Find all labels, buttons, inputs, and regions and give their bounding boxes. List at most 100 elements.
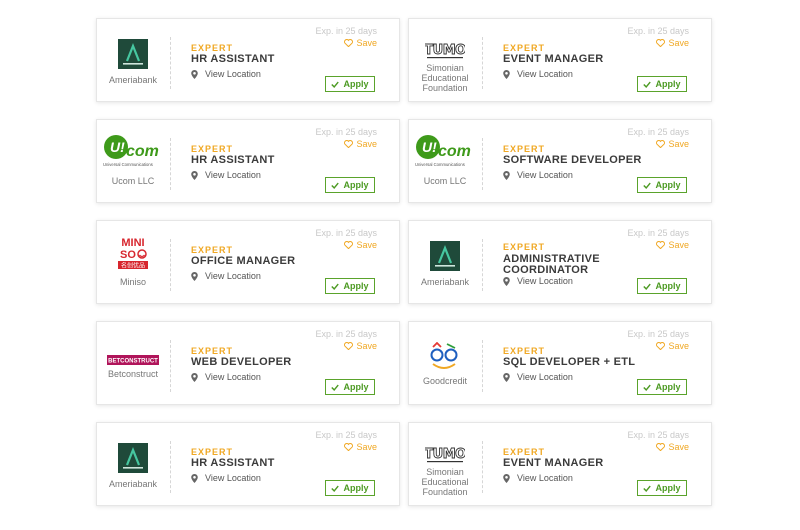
goodcredit-logo[interactable]	[427, 341, 463, 377]
save-button[interactable]: Save	[656, 442, 689, 452]
company-name[interactable]: Ucom LLC	[409, 176, 481, 186]
svg-text:Universal Communications: Universal Communications	[103, 162, 153, 167]
ameriabank-logo[interactable]	[118, 443, 148, 478]
company-name[interactable]: Ameriabank	[97, 479, 169, 489]
company-name[interactable]: Ameriabank	[97, 75, 169, 85]
save-button[interactable]: Save	[344, 341, 377, 351]
company-name[interactable]: Ucom LLC	[97, 176, 169, 186]
job-card[interactable]: TUMO Simonian Educational Foundation EXPERT E…	[408, 18, 712, 102]
job-level: EXPERT	[191, 447, 234, 457]
card-divider	[170, 37, 171, 89]
card-divider	[170, 138, 171, 190]
job-title[interactable]: HR ASSISTANT	[191, 54, 275, 65]
ucom-logo[interactable]: U! com Universal Communications	[102, 134, 164, 173]
apply-button[interactable]: Apply	[637, 278, 687, 294]
view-location-link[interactable]: View Location	[191, 271, 261, 281]
view-location-link[interactable]: View Location	[503, 473, 573, 483]
view-location-link[interactable]: View Location	[503, 276, 573, 286]
apply-label: Apply	[655, 281, 681, 291]
check-icon	[331, 485, 340, 492]
job-title[interactable]: OFFICE MANAGER	[191, 256, 295, 267]
apply-button[interactable]: Apply	[325, 177, 375, 193]
view-location-link[interactable]: View Location	[191, 69, 261, 79]
apply-button[interactable]: Apply	[325, 480, 375, 496]
save-label: Save	[668, 139, 689, 149]
save-button[interactable]: Save	[656, 240, 689, 250]
apply-button[interactable]: Apply	[325, 379, 375, 395]
job-card[interactable]: U! com Universal Communications Ucom LLC EXP…	[96, 119, 400, 203]
job-level: EXPERT	[503, 43, 546, 53]
apply-button[interactable]: Apply	[325, 278, 375, 294]
miniso-logo[interactable]: MINI SO 名创优品	[116, 234, 150, 275]
job-level: EXPERT	[503, 346, 546, 356]
save-button[interactable]: Save	[344, 38, 377, 48]
heart-icon	[656, 39, 666, 47]
card-divider	[482, 37, 483, 89]
job-card[interactable]: U! com Universal Communications Ucom LLC EXP…	[408, 119, 712, 203]
company-name[interactable]: Goodcredit	[409, 376, 481, 386]
job-title[interactable]: HR ASSISTANT	[191, 155, 275, 166]
job-title[interactable]: ADMINISTRATIVE COORDINATOR	[503, 254, 600, 276]
svg-text:TUMO: TUMO	[425, 447, 465, 462]
job-card[interactable]: TUMO Simonian Educational Foundation EXPERT E…	[408, 422, 712, 506]
job-card[interactable]: MINI SO 名创优品 Miniso EXPERT OFFICE MANAGER View…	[96, 220, 400, 304]
apply-label: Apply	[655, 382, 681, 392]
job-card[interactable]: Ameriabank EXPERT ADMINISTRATIVE COORDINATO…	[408, 220, 712, 304]
apply-button[interactable]: Apply	[637, 177, 687, 193]
check-icon	[643, 283, 652, 290]
company-name[interactable]: Simonian Educational Foundation	[409, 467, 481, 497]
heart-icon	[656, 443, 666, 451]
job-card[interactable]: BETCONSTRUCT Betconstruct EXPERT WEB DEVELO…	[96, 321, 400, 405]
view-location-link[interactable]: View Location	[503, 69, 573, 79]
svg-text:Universal Communications: Universal Communications	[415, 162, 465, 167]
save-label: Save	[356, 240, 377, 250]
location-pin-icon	[191, 170, 198, 180]
job-title[interactable]: SOFTWARE DEVELOPER	[503, 155, 642, 166]
svg-text:名创优品: 名创优品	[121, 262, 145, 270]
ameriabank-logo[interactable]	[118, 39, 148, 74]
company-logo-zone: TUMO Simonian Educational Foundation	[409, 423, 481, 507]
company-name[interactable]: Miniso	[97, 277, 169, 287]
job-title[interactable]: WEB DEVELOPER	[191, 357, 291, 368]
company-name[interactable]: Simonian Educational Foundation	[409, 63, 481, 93]
check-icon	[331, 283, 340, 290]
company-name[interactable]: Betconstruct	[97, 369, 169, 379]
job-title[interactable]: SQL DEVELOPER + ETL	[503, 357, 635, 368]
apply-button[interactable]: Apply	[637, 480, 687, 496]
card-divider	[482, 239, 483, 291]
ameriabank-logo[interactable]	[430, 241, 460, 276]
company-name[interactable]: Ameriabank	[409, 277, 481, 287]
betconstruct-logo[interactable]: BETCONSTRUCT	[107, 352, 159, 370]
save-button[interactable]: Save	[344, 139, 377, 149]
svg-text:TUMO: TUMO	[425, 43, 465, 58]
location-pin-icon	[191, 69, 198, 79]
job-title[interactable]: HR ASSISTANT	[191, 458, 275, 469]
ucom-logo[interactable]: U! com Universal Communications	[414, 134, 476, 173]
apply-button[interactable]: Apply	[637, 76, 687, 92]
save-button[interactable]: Save	[656, 341, 689, 351]
job-card[interactable]: Ameriabank EXPERT HR ASSISTANT View Locatio…	[96, 422, 400, 506]
save-button[interactable]: Save	[344, 442, 377, 452]
job-card[interactable]: Ameriabank EXPERT HR ASSISTANT View Locatio…	[96, 18, 400, 102]
job-title[interactable]: EVENT MANAGER	[503, 458, 603, 469]
svg-text:MINI: MINI	[121, 237, 144, 249]
check-icon	[331, 81, 340, 88]
company-logo-zone: Goodcredit	[409, 322, 481, 406]
expiry-text: Exp. in 25 days	[315, 430, 377, 440]
view-location-link[interactable]: View Location	[503, 372, 573, 382]
expiry-text: Exp. in 25 days	[315, 26, 377, 36]
apply-button[interactable]: Apply	[325, 76, 375, 92]
view-location-link[interactable]: View Location	[191, 473, 261, 483]
apply-button[interactable]: Apply	[637, 379, 687, 395]
location-pin-icon	[503, 276, 510, 286]
job-level: EXPERT	[191, 43, 234, 53]
save-button[interactable]: Save	[344, 240, 377, 250]
view-location-link[interactable]: View Location	[191, 170, 261, 180]
view-location-link[interactable]: View Location	[191, 372, 261, 382]
save-button[interactable]: Save	[656, 38, 689, 48]
job-title[interactable]: EVENT MANAGER	[503, 54, 603, 65]
card-divider	[170, 239, 171, 291]
save-button[interactable]: Save	[656, 139, 689, 149]
view-location-link[interactable]: View Location	[503, 170, 573, 180]
job-card[interactable]: Goodcredit EXPERT SQL DEVELOPER + ETL View …	[408, 321, 712, 405]
